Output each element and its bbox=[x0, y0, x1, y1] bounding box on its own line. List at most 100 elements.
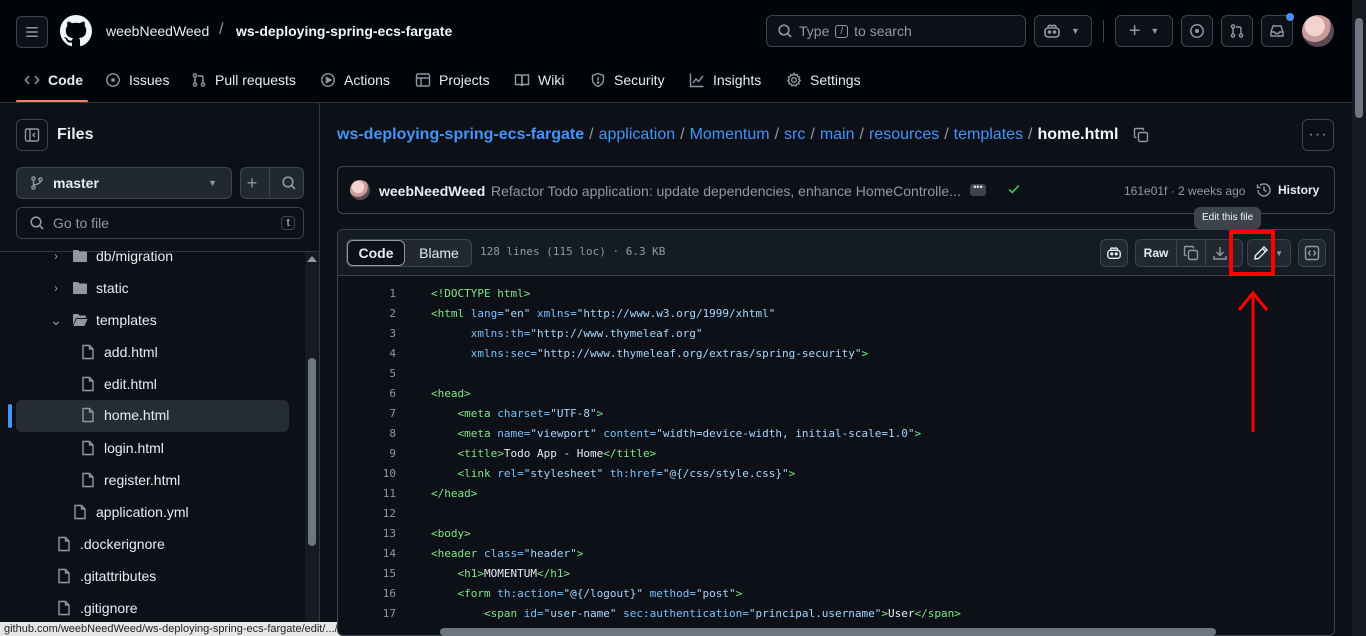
notification-dot bbox=[1286, 13, 1294, 21]
sidebar-scrollbar[interactable] bbox=[305, 252, 319, 622]
tab-issues[interactable]: Issues bbox=[105, 66, 169, 94]
sidebar-collapse-icon bbox=[24, 128, 40, 142]
pull-requests-button[interactable] bbox=[1221, 15, 1253, 47]
copy-icon[interactable] bbox=[1183, 245, 1199, 261]
copilot-button[interactable]: ▼ bbox=[1034, 15, 1092, 47]
add-file-button[interactable]: + bbox=[240, 167, 304, 199]
breadcrumb-repo[interactable]: ws-deploying-spring-ecs-fargate bbox=[337, 126, 584, 144]
tree-file-edit-html[interactable]: edit.html bbox=[80, 372, 157, 396]
edit-dropdown-icon[interactable]: ▼ bbox=[1275, 249, 1283, 258]
github-logo-icon[interactable] bbox=[60, 15, 92, 47]
tree-folder-static[interactable]: › static bbox=[48, 276, 129, 300]
code-token: "http://www.w3.org/1999/xhtml" bbox=[576, 307, 776, 320]
tab-label: Security bbox=[614, 72, 665, 88]
tab-label: Settings bbox=[810, 72, 861, 88]
tree-file-gitattributes[interactable]: .gitattributes bbox=[56, 564, 156, 588]
code-token: "user-name" bbox=[543, 607, 617, 620]
page-scrollbar-thumb[interactable] bbox=[1355, 18, 1363, 118]
tree-file-gitignore[interactable]: .gitignore bbox=[56, 596, 138, 620]
tree-folder-templates[interactable]: ⌄ templates bbox=[48, 308, 157, 332]
highlight-box bbox=[1229, 230, 1275, 276]
plus-icon: + bbox=[246, 172, 258, 193]
tree-label: db/migration bbox=[96, 248, 174, 264]
page-scrollbar[interactable] bbox=[1352, 0, 1366, 636]
tree-file-register-html[interactable]: register.html bbox=[80, 468, 180, 492]
commit-expand-button[interactable]: ••• bbox=[970, 183, 986, 196]
repo-link[interactable]: ws-deploying-spring-ecs-fargate bbox=[236, 23, 452, 39]
code-token: "UTF-8" bbox=[550, 407, 597, 420]
code-line: 6 <head> bbox=[338, 384, 1334, 404]
branch-selector[interactable]: master ▼ bbox=[16, 167, 232, 199]
tree-file-home-html[interactable]: home.html bbox=[80, 403, 169, 427]
file-info: 128 lines (115 loc) · 6.3 KB bbox=[480, 245, 666, 258]
breadcrumb-separator: / bbox=[774, 126, 780, 143]
tab-actions[interactable]: Actions bbox=[320, 66, 390, 94]
line-number: 17 bbox=[382, 607, 396, 620]
owner-link[interactable]: weebNeedWeed bbox=[106, 23, 209, 39]
tree-file-add-html[interactable]: add.html bbox=[80, 340, 158, 364]
tab-security[interactable]: Security bbox=[590, 66, 665, 94]
raw-button[interactable]: Raw bbox=[1135, 239, 1243, 267]
commit-sha-time[interactable]: 161e01f · 2 weeks ago bbox=[1124, 184, 1245, 198]
tree-label: .gitignore bbox=[80, 600, 138, 616]
history-button[interactable]: History bbox=[1256, 182, 1319, 198]
create-new-button[interactable]: + ▼ bbox=[1115, 15, 1173, 47]
user-avatar[interactable] bbox=[1302, 15, 1334, 47]
code-token: "principal.username" bbox=[748, 607, 882, 620]
issues-button[interactable] bbox=[1181, 15, 1213, 47]
tree-file-login-html[interactable]: login.html bbox=[80, 436, 164, 460]
collapse-sidebar-button[interactable] bbox=[16, 119, 48, 151]
search-icon bbox=[282, 176, 296, 190]
go-to-file-input[interactable]: Go to file t bbox=[16, 207, 304, 239]
folder-open-icon bbox=[73, 314, 88, 326]
breadcrumb-templates[interactable]: templates bbox=[954, 126, 1023, 144]
tab-projects[interactable]: Projects bbox=[415, 66, 490, 94]
code-token: <link bbox=[431, 467, 498, 480]
tab-pull-requests[interactable]: Pull requests bbox=[191, 66, 296, 94]
tree-label: edit.html bbox=[104, 376, 157, 392]
button-group-divider bbox=[1205, 240, 1206, 266]
scroll-up-arrow[interactable] bbox=[307, 256, 317, 262]
inbox-icon bbox=[1270, 25, 1284, 37]
breadcrumb-application[interactable]: application bbox=[599, 126, 676, 144]
tab-code[interactable]: Code bbox=[24, 66, 83, 94]
horizontal-scrollbar-thumb[interactable] bbox=[440, 628, 1216, 636]
breadcrumb-separator: / bbox=[944, 126, 949, 143]
blame-view-button[interactable]: Blame bbox=[410, 240, 468, 266]
file-icon bbox=[82, 472, 94, 488]
breadcrumb-main[interactable]: main bbox=[820, 126, 855, 144]
code-view-button[interactable]: Code bbox=[347, 240, 405, 266]
commit-message[interactable]: Refactor Todo application: update depend… bbox=[491, 183, 961, 199]
kebab-horizontal-icon: ··· bbox=[1308, 126, 1328, 143]
code-token: <h1> bbox=[431, 567, 484, 580]
menu-button[interactable] bbox=[16, 16, 48, 48]
copilot-chat-button[interactable] bbox=[1100, 239, 1128, 267]
line-number: 11 bbox=[382, 487, 396, 500]
breadcrumb-momentum[interactable]: Momentum bbox=[690, 126, 770, 144]
tree-file-dockerignore[interactable]: .dockerignore bbox=[56, 532, 165, 556]
code-square-icon bbox=[1304, 245, 1320, 261]
search-input[interactable]: Type / to search bbox=[766, 15, 1026, 47]
copilot-dropdown-icon[interactable]: ▼ bbox=[1071, 26, 1080, 36]
tab-wiki[interactable]: Wiki bbox=[514, 66, 564, 94]
edit-file-tooltip: Edit this file bbox=[1194, 207, 1262, 229]
code-line: 10 <link rel="stylesheet" th:href="@{/cs… bbox=[338, 464, 1334, 484]
tab-insights[interactable]: Insights bbox=[689, 66, 761, 94]
branch-name: master bbox=[53, 175, 99, 191]
commit-author-avatar[interactable] bbox=[350, 180, 370, 200]
commit-author[interactable]: weebNeedWeed bbox=[379, 183, 485, 199]
copy-path-icon[interactable] bbox=[1133, 127, 1149, 143]
tab-settings[interactable]: Settings bbox=[786, 66, 861, 94]
sidebar-scrollbar-thumb[interactable] bbox=[308, 358, 316, 546]
more-options-button[interactable]: ··· bbox=[1302, 119, 1334, 151]
tree-folder-db-migration[interactable]: › db/migration bbox=[48, 244, 173, 268]
breadcrumb-resources[interactable]: resources bbox=[869, 126, 939, 144]
breadcrumb-src[interactable]: src bbox=[784, 126, 805, 144]
code-line: 17 <span id="user-name" sec:authenticati… bbox=[338, 604, 1334, 624]
tree-file-application-yml[interactable]: application.yml bbox=[72, 500, 189, 524]
symbols-panel-button[interactable] bbox=[1298, 239, 1326, 267]
line-number: 4 bbox=[389, 347, 396, 360]
download-icon[interactable] bbox=[1212, 245, 1228, 261]
code-token: xmlns:th= bbox=[431, 327, 531, 340]
breadcrumb: ws-deploying-spring-ecs-fargate / applic… bbox=[337, 126, 1149, 144]
